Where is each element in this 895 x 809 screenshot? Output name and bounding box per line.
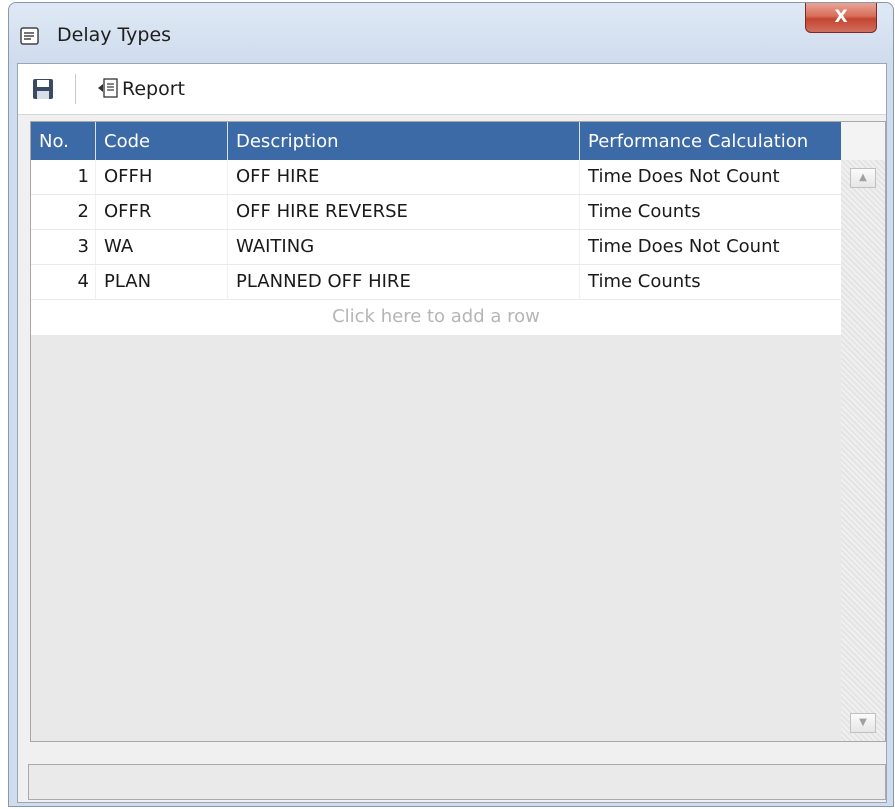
status-bar [28,764,886,800]
column-header-description[interactable]: Description [228,122,580,160]
cell-no[interactable]: 4 [31,265,96,299]
add-row-button[interactable]: Click here to add a row [31,300,841,335]
column-header-code[interactable]: Code [96,122,228,160]
column-header-no[interactable]: No. [31,122,96,160]
close-button[interactable]: X [805,3,877,33]
column-header-performance[interactable]: Performance Calculation [580,122,841,160]
toolbar-separator [75,74,76,104]
close-icon: X [834,7,848,27]
cell-no[interactable]: 3 [31,230,96,264]
chevron-down-icon: ▼ [859,717,867,728]
window-title: Delay Types [57,24,172,46]
cell-code[interactable]: PLAN [96,265,228,299]
table-row[interactable]: 1 OFFH OFF HIRE Time Does Not Count [31,160,841,195]
toolbar: Report [18,64,886,115]
cell-no[interactable]: 2 [31,195,96,229]
cell-description[interactable]: WAITING [228,230,580,264]
save-icon[interactable] [30,76,56,102]
cell-code[interactable]: OFFH [96,160,228,194]
delay-types-grid: No. Code Description Performance Calcula… [30,121,886,742]
cell-performance[interactable]: Time Does Not Count [580,160,841,194]
scroll-corner [841,122,885,160]
table-row[interactable]: 3 WA WAITING Time Does Not Count [31,230,841,265]
window-content: Report No. Code Description Performance … [17,63,887,803]
report-button[interactable]: Report [96,74,185,104]
grid-header: No. Code Description Performance Calcula… [31,122,841,160]
cell-performance[interactable]: Time Counts [580,195,841,229]
cell-performance[interactable]: Time Counts [580,265,841,299]
report-icon [98,78,118,98]
title-bar[interactable]: Delay Types X [9,3,893,63]
cell-description[interactable]: OFF HIRE REVERSE [228,195,580,229]
chevron-up-icon: ▲ [859,172,867,183]
vertical-scrollbar[interactable]: ▲ ▼ [841,160,885,741]
cell-code[interactable]: WA [96,230,228,264]
cell-no[interactable]: 1 [31,160,96,194]
table-row[interactable]: 2 OFFR OFF HIRE REVERSE Time Counts [31,195,841,230]
cell-code[interactable]: OFFR [96,195,228,229]
cell-performance[interactable]: Time Does Not Count [580,230,841,264]
report-label: Report [122,78,185,100]
scroll-up-button[interactable]: ▲ [850,168,876,188]
cell-description[interactable]: PLANNED OFF HIRE [228,265,580,299]
delay-types-window: Delay Types X Report No. Code Descriptio… [8,2,894,807]
table-row[interactable]: 4 PLAN PLANNED OFF HIRE Time Counts [31,265,841,300]
cell-description[interactable]: OFF HIRE [228,160,580,194]
list-window-icon [20,27,39,45]
scroll-down-button[interactable]: ▼ [850,713,876,733]
